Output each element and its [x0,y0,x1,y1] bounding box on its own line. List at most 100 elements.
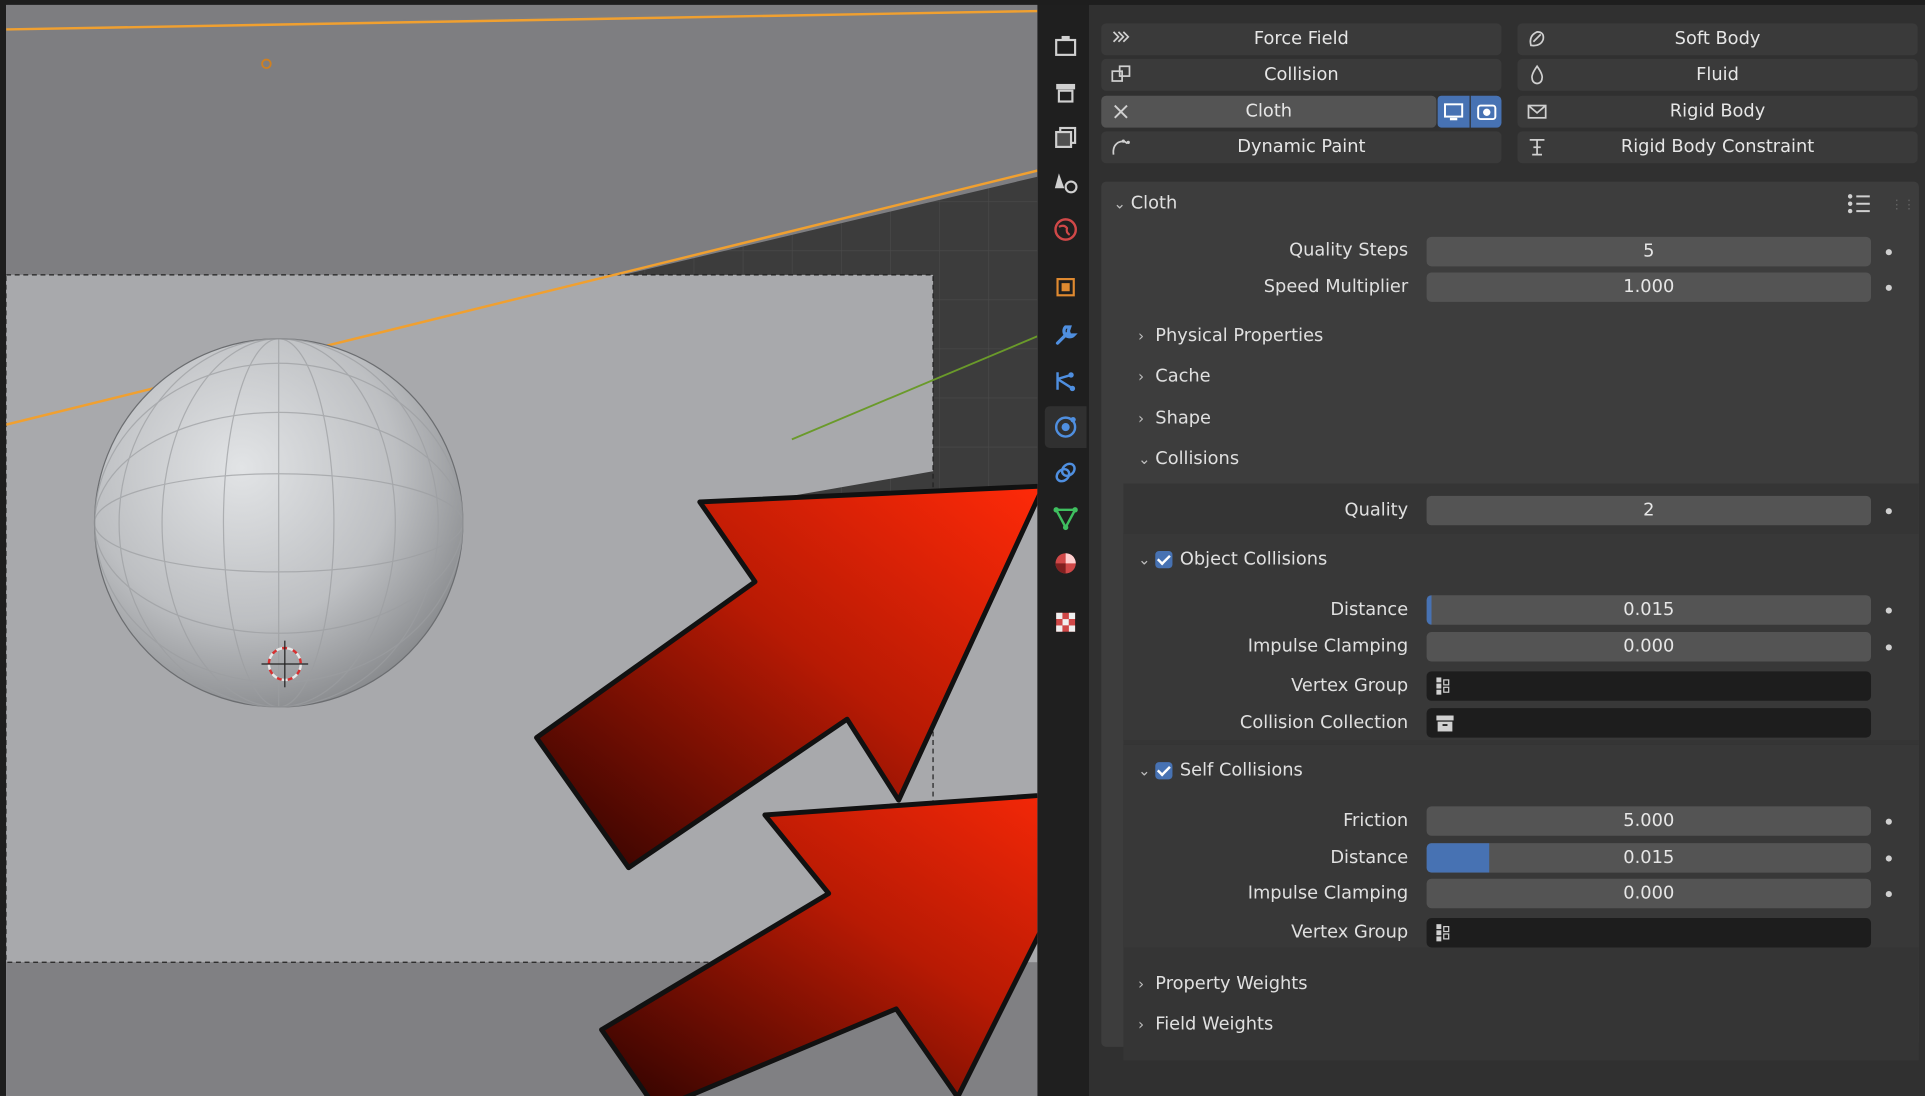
keyframe-dot-icon[interactable] [1885,644,1892,651]
object-collisions-checkbox[interactable] [1155,551,1173,569]
self-vertex-group-label: Vertex Group [1291,922,1409,943]
object-tab[interactable] [1045,266,1087,308]
collision-collection-field[interactable] [1426,708,1872,738]
quality-steps-field[interactable]: 5 [1426,236,1872,267]
blender-window: Force Field Soft Body Collision Fluid Cl… [0,0,1925,1096]
subpanel-property-weights[interactable]: › Property Weights [1138,974,1307,994]
cloth-panel: ⌄ Cloth ⋮⋮ Quality Steps 5 Speed Multipl… [1101,181,1919,1061]
material-tab[interactable] [1045,542,1087,584]
rigid-body-button[interactable]: Rigid Body [1517,95,1918,128]
self-collisions-header[interactable]: ⌄ Self Collisions [1138,761,1303,781]
object-icon [1056,278,1075,297]
keyframe-dot-icon[interactable] [1885,249,1892,256]
speed-multiplier-field[interactable]: 1.000 [1426,272,1872,302]
field-weights-label: Field Weights [1155,1014,1274,1035]
keyframe-dot-icon[interactable] [1885,508,1892,515]
subpanel-collisions[interactable]: ⌄ Collisions [1138,449,1239,469]
subpanel-shape[interactable]: › Shape [1138,409,1211,429]
chevron-right-icon: › [1138,1016,1144,1034]
chevron-down-icon: ⌄ [1113,195,1126,213]
stage: Force Field Soft Body Collision Fluid Cl… [0,0,1925,1096]
physics-icon [1054,416,1077,438]
object-impulse-clamping-value: 0.000 [1623,636,1675,657]
texture-icon [1056,612,1076,632]
collision-quality-value: 2 [1643,500,1655,521]
cloth-panel-title: Cloth [1130,193,1178,214]
camera-icon [1476,104,1496,121]
texture-tab[interactable] [1045,601,1087,643]
rigid-body-icon [1525,99,1550,124]
object-impulse-clamping-field[interactable]: 0.000 [1426,632,1872,662]
object-vertex-group-field[interactable] [1426,671,1872,701]
vertex-group-icon [1436,924,1450,942]
chevron-right-icon: › [1138,327,1144,345]
constraints-tab[interactable] [1045,452,1087,494]
object-vertex-group-label: Vertex Group [1291,676,1409,696]
object-distance-fill [1426,595,1432,625]
collision-button[interactable]: Collision [1101,58,1502,91]
chevron-right-icon: › [1138,409,1144,428]
keyframe-dot-icon[interactable] [1885,607,1892,614]
friction-field[interactable]: 5.000 [1426,806,1872,836]
keyframe-dot-icon[interactable] [1885,891,1892,898]
modifier-tab[interactable] [1045,314,1087,356]
remove-cloth-icon[interactable] [1109,99,1134,124]
data-icon [1053,507,1078,531]
collisions-label: Collisions [1155,449,1240,469]
presets-list-icon[interactable] [1846,193,1871,220]
collision-quality-field[interactable]: 2 [1426,495,1872,526]
view-layer-tab[interactable] [1045,162,1087,204]
rigid-body-constraint-icon [1525,135,1550,160]
force-field-button[interactable]: Force Field [1101,23,1502,56]
dynamic-paint-button[interactable]: Dynamic Paint [1101,131,1502,164]
subpanel-cache[interactable]: › Cache [1138,367,1211,387]
self-collisions-title: Self Collisions [1179,760,1303,781]
soft-body-label: Soft Body [1674,29,1761,50]
keyframe-dot-icon[interactable] [1885,818,1892,825]
physical-properties-label: Physical Properties [1155,326,1324,347]
3d-viewport[interactable] [6,4,1038,1096]
self-vertex-group-field[interactable] [1426,918,1872,948]
collision-quality-label: Quality [1344,500,1409,521]
rigid-body-constraint-button[interactable]: Rigid Body Constraint [1517,131,1918,164]
self-impulse-clamping-field[interactable]: 0.000 [1426,878,1872,909]
dynamic-paint-icon [1109,135,1134,160]
physics-tab[interactable] [1044,406,1087,448]
drag-handle-icon[interactable]: ⋮⋮ [1891,199,1916,213]
keyframe-dot-icon[interactable] [1885,855,1892,862]
fluid-button[interactable]: Fluid [1517,58,1918,91]
dynamic-paint-label: Dynamic Paint [1237,137,1366,158]
collision-icon [1109,63,1134,88]
scene-tab[interactable] [1045,209,1087,251]
output-tab[interactable] [1045,117,1087,159]
monitor-icon [1444,103,1464,121]
quality-steps-value: 5 [1643,241,1655,262]
fluid-label: Fluid [1696,65,1739,85]
force-field-icon [1109,27,1134,52]
subpanel-physical-properties[interactable]: › Physical Properties [1138,326,1323,346]
object-collisions-header[interactable]: ⌄ Object Collisions [1138,550,1327,570]
particles-icon [1056,372,1076,392]
subpanel-field-weights[interactable]: › Field Weights [1138,1015,1273,1035]
cloth-button[interactable]: Cloth [1101,95,1437,128]
cloth-label: Cloth [1245,101,1293,122]
self-collisions-checkbox[interactable] [1155,762,1173,780]
cloth-viewport-toggle[interactable] [1437,95,1470,128]
self-distance-field[interactable]: 0.015 [1426,843,1872,873]
constraints-icon [1055,462,1076,483]
soft-body-button[interactable]: Soft Body [1517,23,1918,56]
chevron-down-icon: ⌄ [1138,762,1151,780]
render-tab[interactable] [1045,71,1087,113]
material-icon [1055,553,1076,574]
object-distance-field[interactable]: 0.015 [1426,595,1872,625]
cloth-panel-header[interactable]: ⌄ Cloth [1114,194,1178,214]
self-distance-value: 0.015 [1623,848,1675,868]
particles-tab[interactable] [1045,361,1087,403]
keyframe-dot-icon[interactable] [1885,284,1892,291]
vertex-group-icon [1436,677,1450,695]
collision-label: Collision [1264,65,1339,85]
cloth-render-toggle[interactable] [1470,95,1502,128]
friction-label: Friction [1343,811,1409,831]
data-tab[interactable] [1045,497,1087,539]
tool-tab[interactable] [1045,25,1087,67]
